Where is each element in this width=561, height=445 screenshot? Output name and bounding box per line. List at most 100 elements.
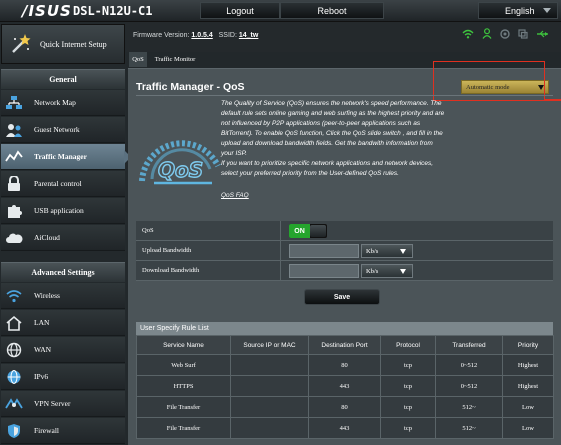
status-icons: [462, 28, 549, 39]
chevron-down-icon: [400, 269, 406, 274]
firmware-info: Firmware Version: 1.0.5.4 SSID: 14_tw: [133, 32, 258, 39]
sidebar-item-label: Firewall: [34, 426, 59, 435]
usb-status-icon[interactable]: [536, 29, 549, 39]
table-cell: 80: [308, 354, 381, 376]
language-value: English: [505, 5, 535, 16]
annotation-pointer-line: [545, 99, 561, 101]
table-cell: [230, 396, 309, 418]
logout-button[interactable]: Logout: [200, 2, 280, 19]
wifi-status-icon[interactable]: [462, 29, 474, 39]
sidebar-item-firewall[interactable]: Firewall: [1, 418, 125, 444]
shield-icon: [5, 423, 23, 439]
puzzle-icon: [5, 203, 23, 219]
unit-value: Kb/s: [366, 267, 379, 275]
sidebar-item-traffic-manager[interactable]: Traffic Manager: [1, 144, 125, 170]
sidebar-item-label: Guest Network: [34, 125, 80, 134]
table-cell: 0~512: [435, 354, 503, 376]
qos-toggle-switch[interactable]: ON: [289, 224, 327, 238]
network-map-icon: [5, 95, 23, 111]
tab-qos[interactable]: QoS: [129, 52, 147, 67]
sidebar-item-guest-network[interactable]: Guest Network: [1, 117, 125, 143]
rule-list-title: User Specify Rule List: [136, 322, 553, 335]
rule-table: Service Name Source IP or MAC Destinatio…: [136, 335, 554, 439]
quick-internet-setup-button[interactable]: Quick Internet Setup: [1, 24, 125, 64]
description-line: The Quality of Service (QoS) ensures the…: [221, 100, 442, 107]
table-cell: 512~: [435, 396, 503, 418]
divider: [136, 95, 553, 96]
table-cell: tcp: [380, 375, 436, 397]
table-cell: HTTPS: [136, 375, 231, 397]
table-cell: 443: [308, 375, 381, 397]
guest-network-icon: [5, 122, 23, 138]
table-cell: 443: [308, 417, 381, 439]
sidebar-item-parental-control[interactable]: Parental control: [1, 171, 125, 197]
download-bandwidth-row: Download Bandwidth Kb/s: [136, 261, 553, 281]
tab-traffic-monitor[interactable]: Traffic Monitor: [150, 52, 200, 67]
table-row[interactable]: Web Surf 80 tcp 0~512 Highest: [136, 354, 554, 376]
toggle-knob: [310, 225, 326, 237]
upload-bandwidth-label: Upload Bandwidth: [142, 247, 192, 254]
sidebar-item-label: WAN: [34, 345, 52, 354]
sidebar-item-usb-application[interactable]: USB application: [1, 198, 125, 224]
reboot-button[interactable]: Reboot: [280, 2, 384, 19]
table-row[interactable]: HTTPS 443 tcp 0~512 Highest: [136, 375, 554, 397]
quick-setup-label: Quick Internet Setup: [40, 39, 107, 49]
model-name: DSL-N12U-C1: [73, 4, 153, 18]
column-header: Source IP or MAC: [230, 335, 309, 355]
sidebar-item-aicloud[interactable]: AiCloud: [1, 225, 125, 251]
sidebar-item-label: USB application: [34, 206, 84, 215]
upload-bandwidth-input[interactable]: [289, 244, 359, 258]
save-button[interactable]: Save: [304, 289, 380, 305]
column-header: Priority: [502, 335, 554, 355]
table-cell: Highest: [502, 375, 554, 397]
sidebar-item-network-map[interactable]: Network Map: [1, 90, 125, 116]
globe-icon: [5, 342, 23, 358]
column-header: Transferred: [435, 335, 503, 355]
table-cell: 80: [308, 396, 381, 418]
column-header: Service Name: [136, 335, 231, 355]
advanced-section-header: Advanced Settings: [1, 262, 125, 282]
ssid-label: SSID:: [218, 32, 237, 39]
qos-description: The Quality of Service (QoS) ensures the…: [221, 99, 487, 179]
download-unit-select[interactable]: Kb/s: [361, 264, 413, 278]
rule-list: User Specify Rule List Service Name Sour…: [136, 322, 554, 439]
description-line: If you want to prioritize specific netwo…: [221, 160, 434, 167]
firmware-version-link[interactable]: 1.0.5.4: [191, 32, 212, 39]
lock-icon: [5, 175, 23, 192]
traffic-manager-icon: [5, 149, 23, 165]
sidebar-item-label: IPv6: [34, 372, 49, 381]
sidebar-item-ipv6[interactable]: IPv6: [1, 364, 125, 390]
ipv6-icon: [5, 369, 23, 385]
wifi-icon: [5, 288, 23, 304]
qos-faq-link[interactable]: QoS FAQ: [221, 192, 249, 199]
unit-value: Kb/s: [366, 247, 379, 255]
qos-settings-table: QoS ON Upload Bandwidth Kb/s Download Ba…: [136, 221, 553, 281]
table-row[interactable]: File Transfer 443 tcp 512~ Low: [136, 417, 554, 439]
language-select[interactable]: English: [478, 2, 558, 19]
table-cell: Low: [502, 396, 554, 418]
qos-row: QoS ON: [136, 221, 553, 241]
description-line: select your preferred priority from the …: [221, 170, 399, 177]
sidebar-item-vpn-server[interactable]: VPN Server: [1, 391, 125, 417]
sidebar-item-label: LAN: [34, 318, 50, 327]
sidebar-item-label: Wireless: [34, 291, 60, 300]
column-header: Protocol: [380, 335, 436, 355]
upload-unit-select[interactable]: Kb/s: [361, 244, 413, 258]
download-bandwidth-input[interactable]: [289, 264, 359, 278]
user-status-icon[interactable]: [482, 28, 492, 39]
copy-status-icon[interactable]: [518, 28, 528, 39]
ssid-value-link[interactable]: 14_tw: [239, 32, 258, 39]
router-admin-page: /ISUS DSL-N12U-C1 Logout Reboot English …: [0, 0, 561, 445]
sidebar-item-wireless[interactable]: Wireless: [1, 283, 125, 309]
sidebar-item-wan[interactable]: WAN: [1, 337, 125, 363]
table-row[interactable]: File Transfer 80 tcp 512~ Low: [136, 396, 554, 418]
upload-bandwidth-row: Upload Bandwidth Kb/s: [136, 241, 553, 261]
printer-status-icon[interactable]: [500, 28, 510, 39]
table-cell: Low: [502, 417, 554, 439]
table-cell: [230, 354, 309, 376]
cloud-icon: [5, 230, 23, 246]
sidebar-item-lan[interactable]: LAN: [1, 310, 125, 336]
description-line: BitTorrent). To enable QoS function, Cli…: [221, 130, 443, 137]
toggle-on-label: ON: [289, 224, 310, 238]
table-cell: 512~: [435, 417, 503, 439]
